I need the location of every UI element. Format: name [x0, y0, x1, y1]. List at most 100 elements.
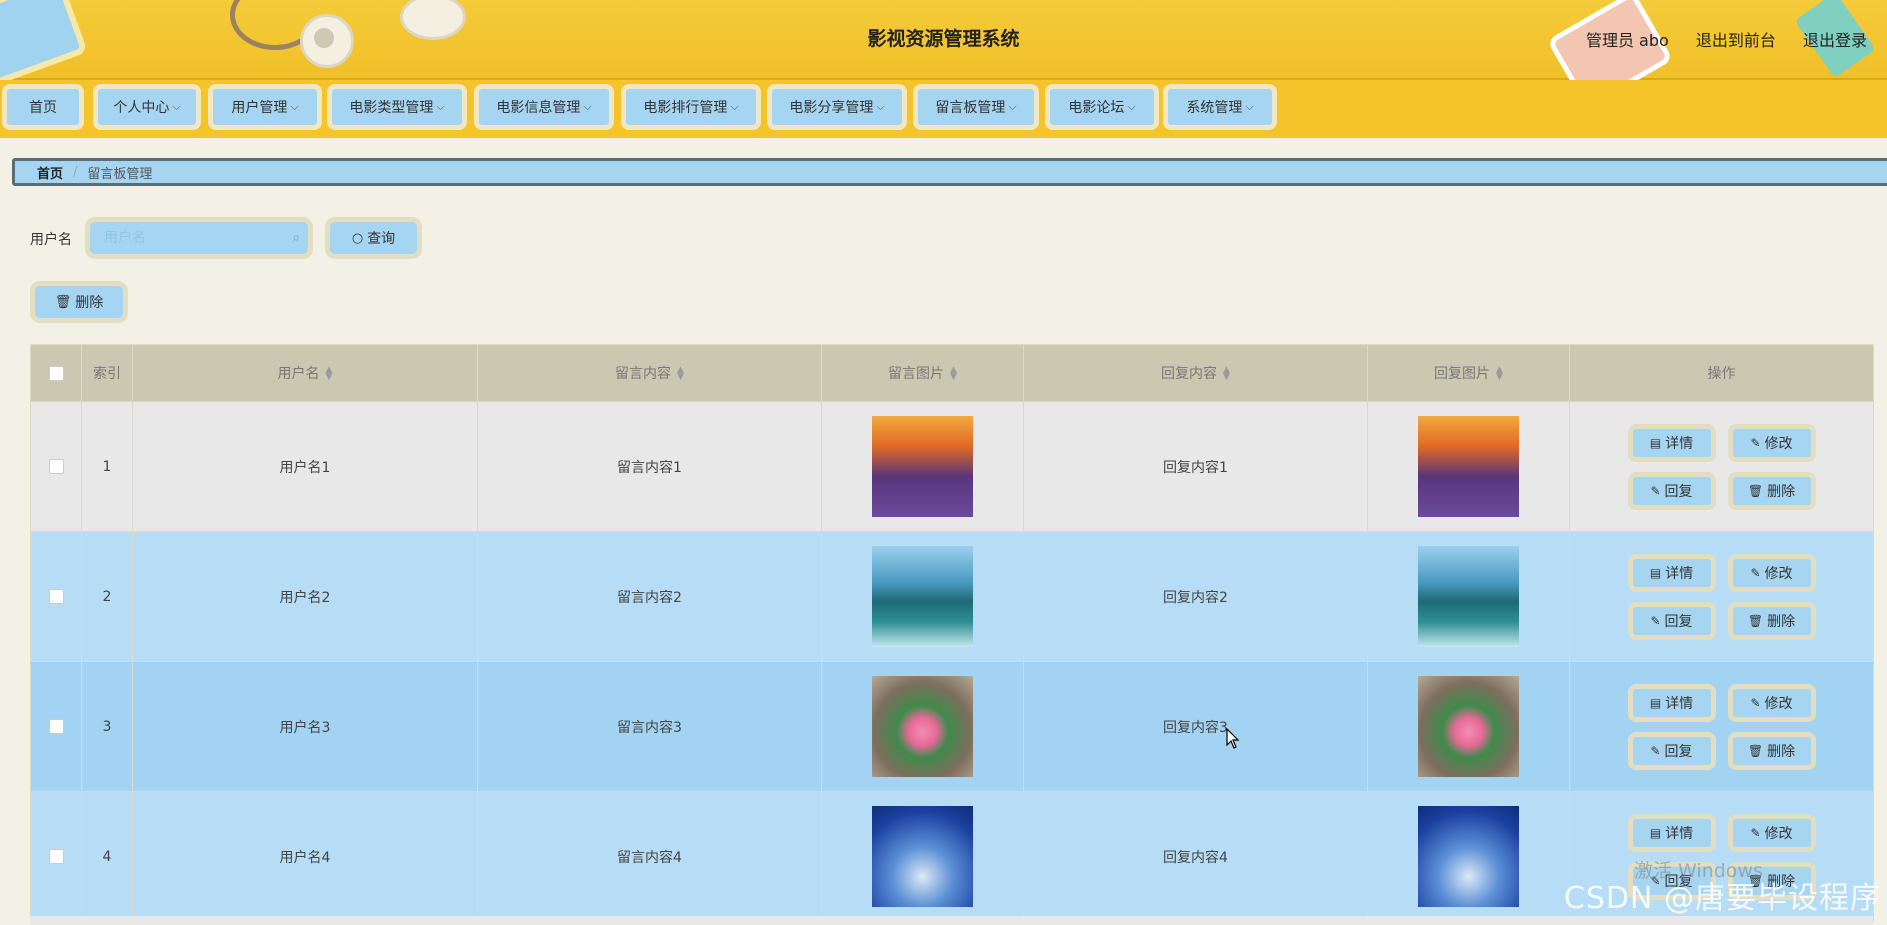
edit-button[interactable]: ✎ 修改	[1727, 553, 1816, 592]
header-index: 索引	[81, 344, 133, 402]
breadcrumb-home[interactable]: 首页	[37, 163, 63, 182]
header-reply-image[interactable]: 回复图片 ▲ ▼	[1367, 344, 1570, 402]
trash-icon: 🗑	[1747, 483, 1764, 498]
detail-button[interactable]: ▤ 详情	[1627, 813, 1716, 852]
breadcrumb-separator: /	[73, 164, 78, 180]
nav-item-movie-ranking-management[interactable]: 电影排行管理 ⌵	[621, 84, 761, 130]
row-username: 用户名4	[132, 791, 478, 922]
chevron-down-icon: ⌵	[1008, 100, 1017, 113]
message-image[interactable]	[872, 546, 973, 647]
nav-item-movie-info-management[interactable]: 电影信息管理 ⌵	[474, 84, 614, 130]
breadcrumb-current: 留言板管理	[87, 166, 153, 182]
reply-image[interactable]	[1418, 676, 1519, 777]
pencil-icon: ✎	[1750, 565, 1761, 580]
document-icon: ▤	[1649, 565, 1662, 580]
message-image[interactable]	[872, 806, 973, 907]
select-all-checkbox[interactable]	[48, 365, 64, 381]
message-image[interactable]	[872, 416, 973, 517]
nav-item-label: 个人中心	[113, 100, 170, 116]
breadcrumb: 首页 / 留言板管理	[12, 158, 1887, 186]
message-table: 索引 用户名 ▲ ▼ 留言内容 ▲ ▼ 留言图片 ▲ ▼ 回复内容 ▲ ▼ 回复图片 ▲ ▼ 操作 …	[30, 344, 1874, 922]
back-to-front-link[interactable]: 退出到前台	[1696, 31, 1776, 50]
row-checkbox[interactable]	[48, 589, 64, 604]
sort-icon[interactable]: ▲ ▼	[1496, 366, 1503, 382]
search-icon: ○	[351, 230, 364, 246]
message-image[interactable]	[872, 676, 973, 777]
select-all-cell[interactable]	[30, 344, 82, 402]
chevron-down-icon: ⌵	[876, 100, 885, 113]
chevron-down-icon: ⌵	[290, 100, 299, 113]
sort-icon[interactable]: ▲ ▼	[677, 366, 684, 382]
header-user-links: 管理员 abo 退出到前台 退出登录	[1564, 27, 1867, 51]
row-select-cell[interactable]	[30, 401, 82, 532]
header-username[interactable]: 用户名 ▲ ▼	[132, 344, 478, 402]
reply-image[interactable]	[1418, 416, 1519, 517]
nav-item-user-management[interactable]: 用户管理 ⌵	[208, 84, 322, 130]
edit-button[interactable]: ✎ 修改	[1727, 683, 1816, 722]
reply-image[interactable]	[1418, 546, 1519, 647]
nav-item-home[interactable]: 首页	[2, 84, 84, 130]
row-select-cell[interactable]	[30, 661, 82, 792]
document-icon: ▤	[1649, 825, 1662, 840]
row-reply: 回复内容1	[1023, 401, 1368, 532]
trash-icon: 🗑	[1747, 613, 1764, 628]
table-row: 3 用户名3 留言内容3 回复内容3 ▤ 详情 ✎ 修改 ✎ 回复 🗑 删除	[30, 661, 1874, 792]
header-content[interactable]: 留言内容 ▲ ▼	[477, 344, 822, 402]
logout-link[interactable]: 退出登录	[1803, 31, 1867, 50]
nav-item-label: 电影类型管理	[349, 100, 434, 116]
row-reply: 回复内容2	[1023, 531, 1368, 662]
username-search-input[interactable]	[90, 222, 308, 254]
row-content: 留言内容3	[477, 661, 822, 792]
trash-icon: 🗑	[54, 294, 72, 310]
chevron-down-icon: ⌵	[1127, 100, 1136, 113]
nav-item-system-management[interactable]: 系统管理 ⌵	[1163, 84, 1277, 130]
bulk-delete-label: 删除	[75, 295, 104, 311]
row-index: 4	[81, 791, 133, 922]
nav-item-message-board-management[interactable]: 留言板管理 ⌵	[913, 84, 1039, 130]
reply-button[interactable]: ✎ 回复	[1627, 601, 1716, 640]
pencil-icon: ✎	[1750, 435, 1761, 450]
reply-button[interactable]: ✎ 回复	[1627, 731, 1716, 770]
chevron-down-icon: ⌵	[172, 100, 181, 113]
csdn-watermark: CSDN @唐要毕设程序	[1563, 881, 1881, 916]
row-checkbox[interactable]	[48, 459, 64, 474]
header-reply[interactable]: 回复内容 ▲ ▼	[1023, 344, 1368, 402]
chevron-down-icon: ⌵	[583, 100, 592, 113]
delete-button[interactable]: 🗑 删除	[1727, 601, 1816, 640]
delete-button[interactable]: 🗑 删除	[1727, 731, 1816, 770]
pencil-icon: ✎	[1750, 695, 1761, 710]
edit-button[interactable]: ✎ 修改	[1727, 423, 1816, 462]
sort-icon[interactable]: ▲ ▼	[950, 366, 957, 382]
row-actions: ▤ 详情 ✎ 修改 ✎ 回复 🗑 删除	[1569, 661, 1874, 792]
table-header-row: 索引 用户名 ▲ ▼ 留言内容 ▲ ▼ 留言图片 ▲ ▼ 回复内容 ▲ ▼ 回复图片 ▲ ▼ 操作	[30, 344, 1874, 402]
delete-button[interactable]: 🗑 删除	[1727, 471, 1816, 510]
row-reply-image-cell	[1367, 661, 1570, 792]
sort-icon[interactable]: ▲ ▼	[326, 366, 333, 382]
pencil-icon: ✎	[1650, 743, 1661, 758]
nav-item-personal-center[interactable]: 个人中心 ⌵	[93, 84, 201, 130]
row-username: 用户名3	[132, 661, 478, 792]
edit-button[interactable]: ✎ 修改	[1727, 813, 1816, 852]
nav-item-movie-forum[interactable]: 电影论坛 ⌵	[1045, 84, 1159, 130]
row-reply-image-cell	[1367, 401, 1570, 532]
nav-item-movie-type-management[interactable]: 电影类型管理 ⌵	[327, 84, 467, 130]
query-button[interactable]: ○ 查询	[325, 217, 422, 259]
header-image[interactable]: 留言图片 ▲ ▼	[821, 344, 1024, 402]
document-icon: ▤	[1649, 435, 1662, 450]
nav-item-movie-share-management[interactable]: 电影分享管理 ⌵	[767, 84, 907, 130]
row-reply: 回复内容3	[1023, 661, 1368, 792]
row-select-cell[interactable]	[30, 531, 82, 662]
reply-image[interactable]	[1418, 806, 1519, 907]
reply-button[interactable]: ✎ 回复	[1627, 471, 1716, 510]
row-checkbox[interactable]	[48, 849, 64, 864]
row-reply: 回复内容4	[1023, 791, 1368, 922]
row-checkbox[interactable]	[48, 719, 64, 734]
detail-button[interactable]: ▤ 详情	[1627, 553, 1716, 592]
detail-button[interactable]: ▤ 详情	[1627, 683, 1716, 722]
detail-button[interactable]: ▤ 详情	[1627, 423, 1716, 462]
row-username: 用户名2	[132, 531, 478, 662]
bulk-delete-button[interactable]: 🗑 删除	[30, 281, 128, 323]
sort-icon[interactable]: ▲ ▼	[1223, 366, 1230, 382]
row-select-cell[interactable]	[30, 791, 82, 922]
pencil-icon: ✎	[1750, 825, 1761, 840]
